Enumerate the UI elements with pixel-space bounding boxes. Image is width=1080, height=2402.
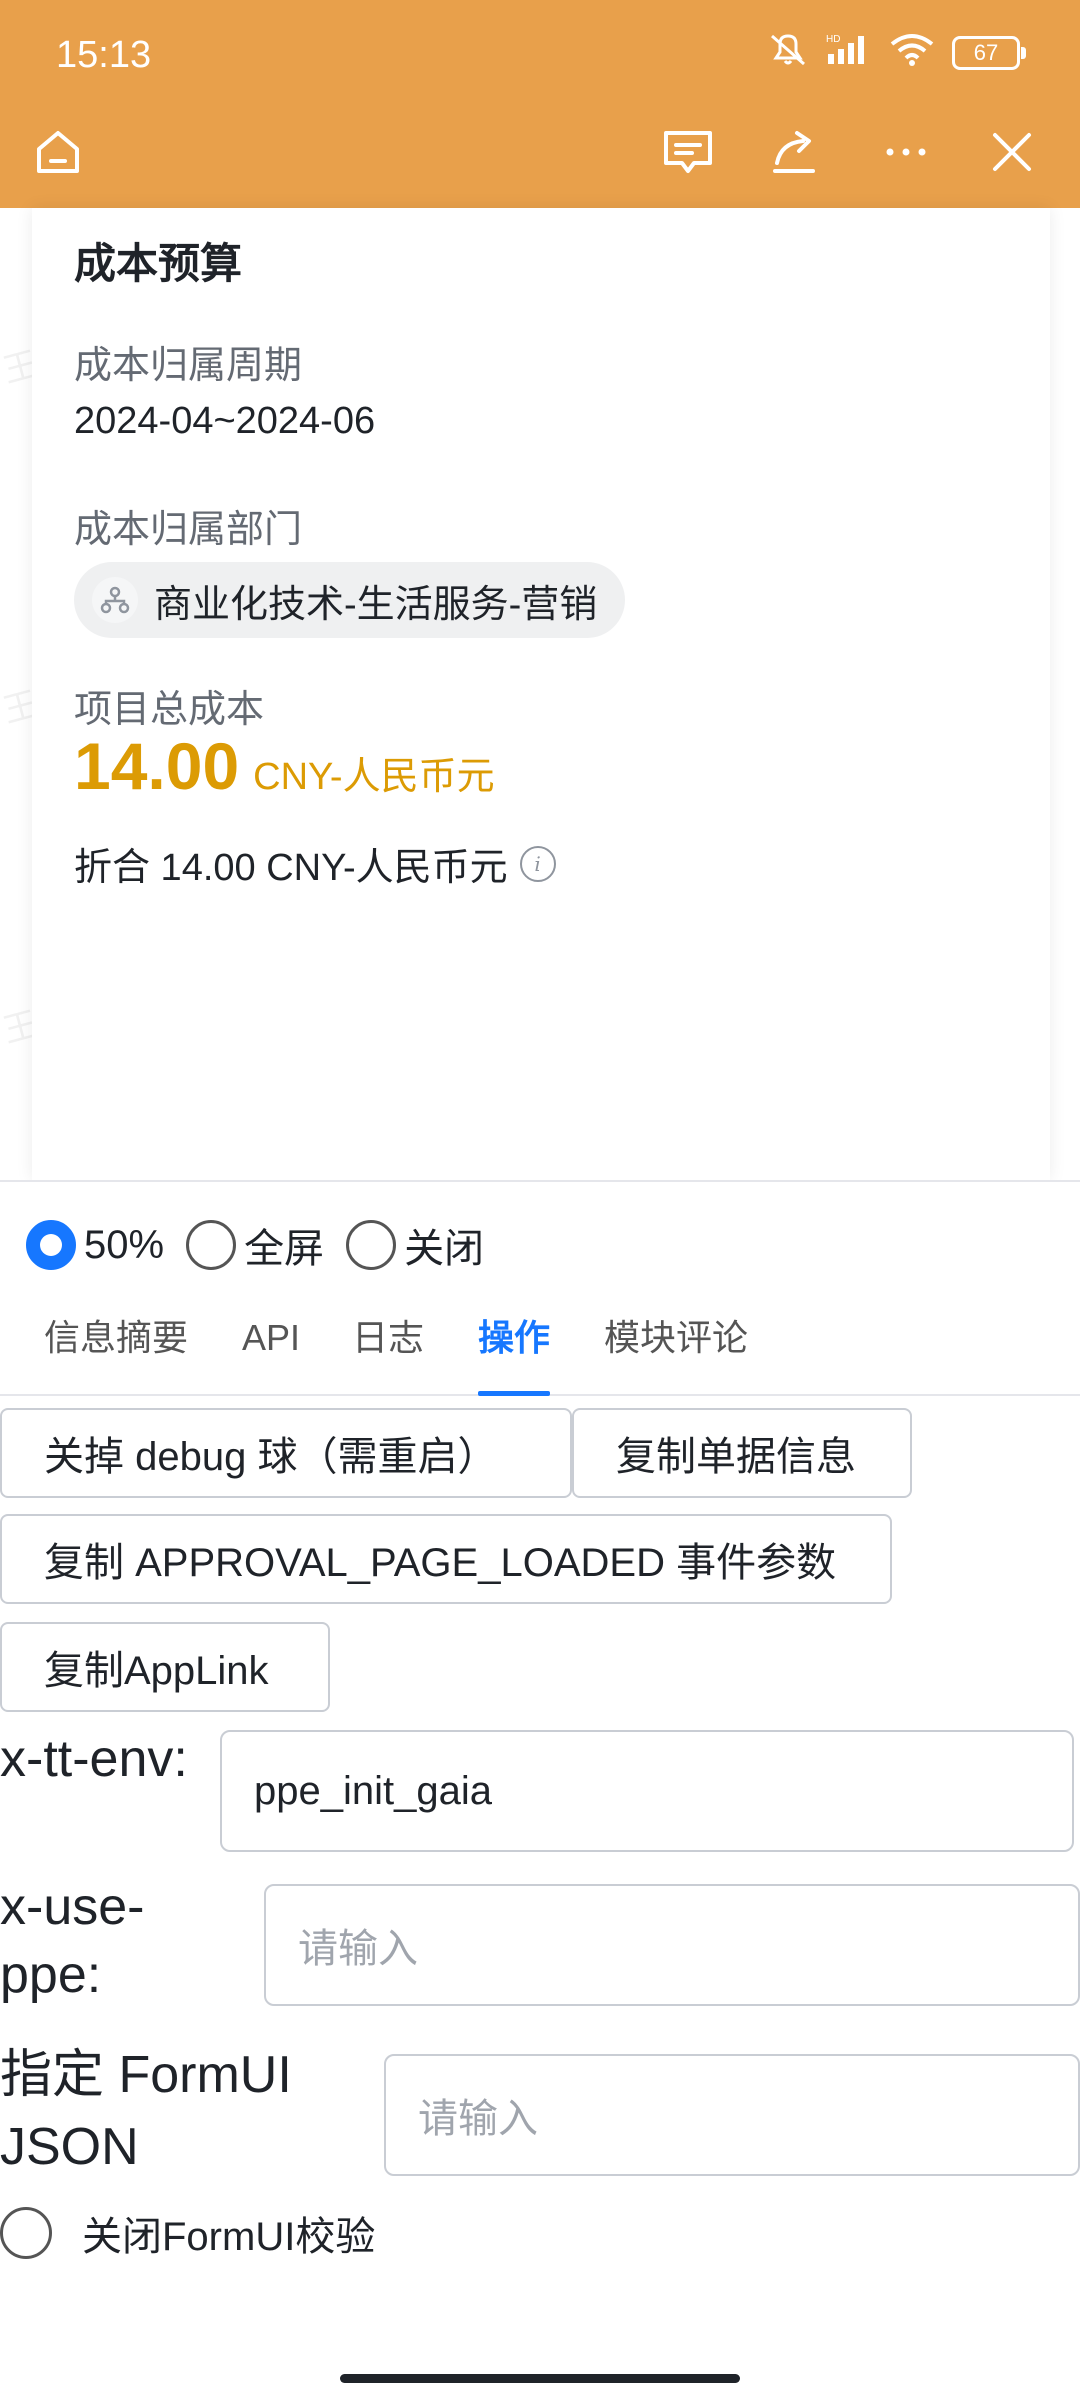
share-icon[interactable] (764, 122, 824, 182)
total-cost-amount: 14.00 (74, 729, 240, 803)
more-icon[interactable] (876, 122, 936, 182)
close-debug-ball-button[interactable]: 关掉 debug 球（需重启） (0, 1408, 572, 1498)
radio-label: 关闭 (404, 1227, 485, 1271)
total-cost-label: 项目总成本 (74, 689, 265, 731)
copy-event-params-button[interactable]: 复制 APPROVAL_PAGE_LOADED 事件参数 (0, 1514, 892, 1604)
panel-size-radio-group: 50% 全屏 关闭 (26, 1216, 506, 1274)
radio-label: 50% (84, 1222, 165, 1267)
home-indicator[interactable] (340, 2374, 740, 2383)
wifi-icon (890, 32, 934, 74)
department-value: 商业化技术-生活服务-营销 (154, 583, 598, 626)
period-label: 成本归属周期 (74, 345, 303, 387)
status-time: 15:13 (56, 34, 152, 76)
converted-amount: 折合 14.00 CNY-人民币元 i (74, 836, 556, 891)
tab-summary[interactable]: 信息摘要 (44, 1308, 188, 1394)
copy-document-info-button[interactable]: 复制单据信息 (572, 1408, 912, 1498)
close-formui-validation-option[interactable]: 关闭FormUI校验 (0, 2204, 375, 2262)
formui-json-label-line1: 指定 FormUI (0, 2046, 292, 2104)
cost-budget-card: 成本预算 成本归属周期 2024-04~2024-06 成本归属部门 商业化技术… (32, 208, 1050, 1180)
card-title: 成本预算 (74, 240, 243, 287)
radio-circle[interactable] (186, 1220, 237, 1270)
radio-circle[interactable] (346, 1220, 397, 1270)
option-label: 关闭FormUI校验 (82, 2215, 376, 2259)
signal-icon: HD (826, 32, 872, 74)
formui-json-input[interactable]: 请输入 (384, 2054, 1080, 2176)
svg-text:HD: HD (826, 34, 840, 45)
total-cost: 14.00 CNY-人民币元 (74, 728, 495, 804)
battery-icon: 67 (952, 36, 1026, 70)
tab-log[interactable]: 日志 (352, 1308, 424, 1394)
department-label: 成本归属部门 (74, 509, 303, 551)
period-value: 2024-04~2024-06 (74, 400, 376, 442)
info-icon[interactable]: i (519, 845, 556, 882)
department-icon (92, 577, 138, 623)
tab-module-comments[interactable]: 模块评论 (604, 1308, 748, 1394)
tab-api[interactable]: API (242, 1308, 300, 1394)
radio-label: 全屏 (244, 1227, 325, 1271)
radio-close[interactable]: 关闭 (346, 1216, 484, 1274)
debug-panel: 50% 全屏 关闭 信息摘要 API 日志 操作 模块评论 关掉 debug 球… (0, 1180, 1080, 2402)
option-circle[interactable] (0, 2207, 52, 2259)
mute-icon (768, 32, 808, 74)
status-icons: HD 67 (768, 32, 1026, 74)
use-ppe-label-line1: x-use- (0, 1878, 145, 1936)
debug-tabs: 信息摘要 API 日志 操作 模块评论 (0, 1308, 1080, 1396)
comment-icon[interactable] (658, 122, 718, 182)
copy-applink-button[interactable]: 复制AppLink (0, 1622, 330, 1712)
formui-json-label-line2: JSON (0, 2118, 139, 2176)
department-chip[interactable]: 商业化技术-生活服务-营销 (74, 562, 626, 638)
converted-amount-text: 折合 14.00 CNY-人民币元 (74, 847, 508, 889)
env-label: x-tt-env: (0, 1730, 188, 1788)
close-icon[interactable] (982, 122, 1042, 182)
radio-fullscreen[interactable]: 全屏 (186, 1216, 324, 1274)
use-ppe-label-line2: ppe: (0, 1946, 102, 2004)
home-icon[interactable] (28, 122, 88, 182)
total-cost-currency: CNY-人民币元 (253, 756, 495, 798)
env-input[interactable]: ppe_init_gaia (220, 1730, 1074, 1852)
radio-circle[interactable] (26, 1220, 76, 1270)
tab-actions[interactable]: 操作 (478, 1308, 551, 1396)
top-bar: 15:13 HD 67 (0, 0, 1080, 208)
radio-50-percent[interactable]: 50% (26, 1220, 164, 1270)
use-ppe-input[interactable]: 请输入 (264, 1884, 1080, 2006)
